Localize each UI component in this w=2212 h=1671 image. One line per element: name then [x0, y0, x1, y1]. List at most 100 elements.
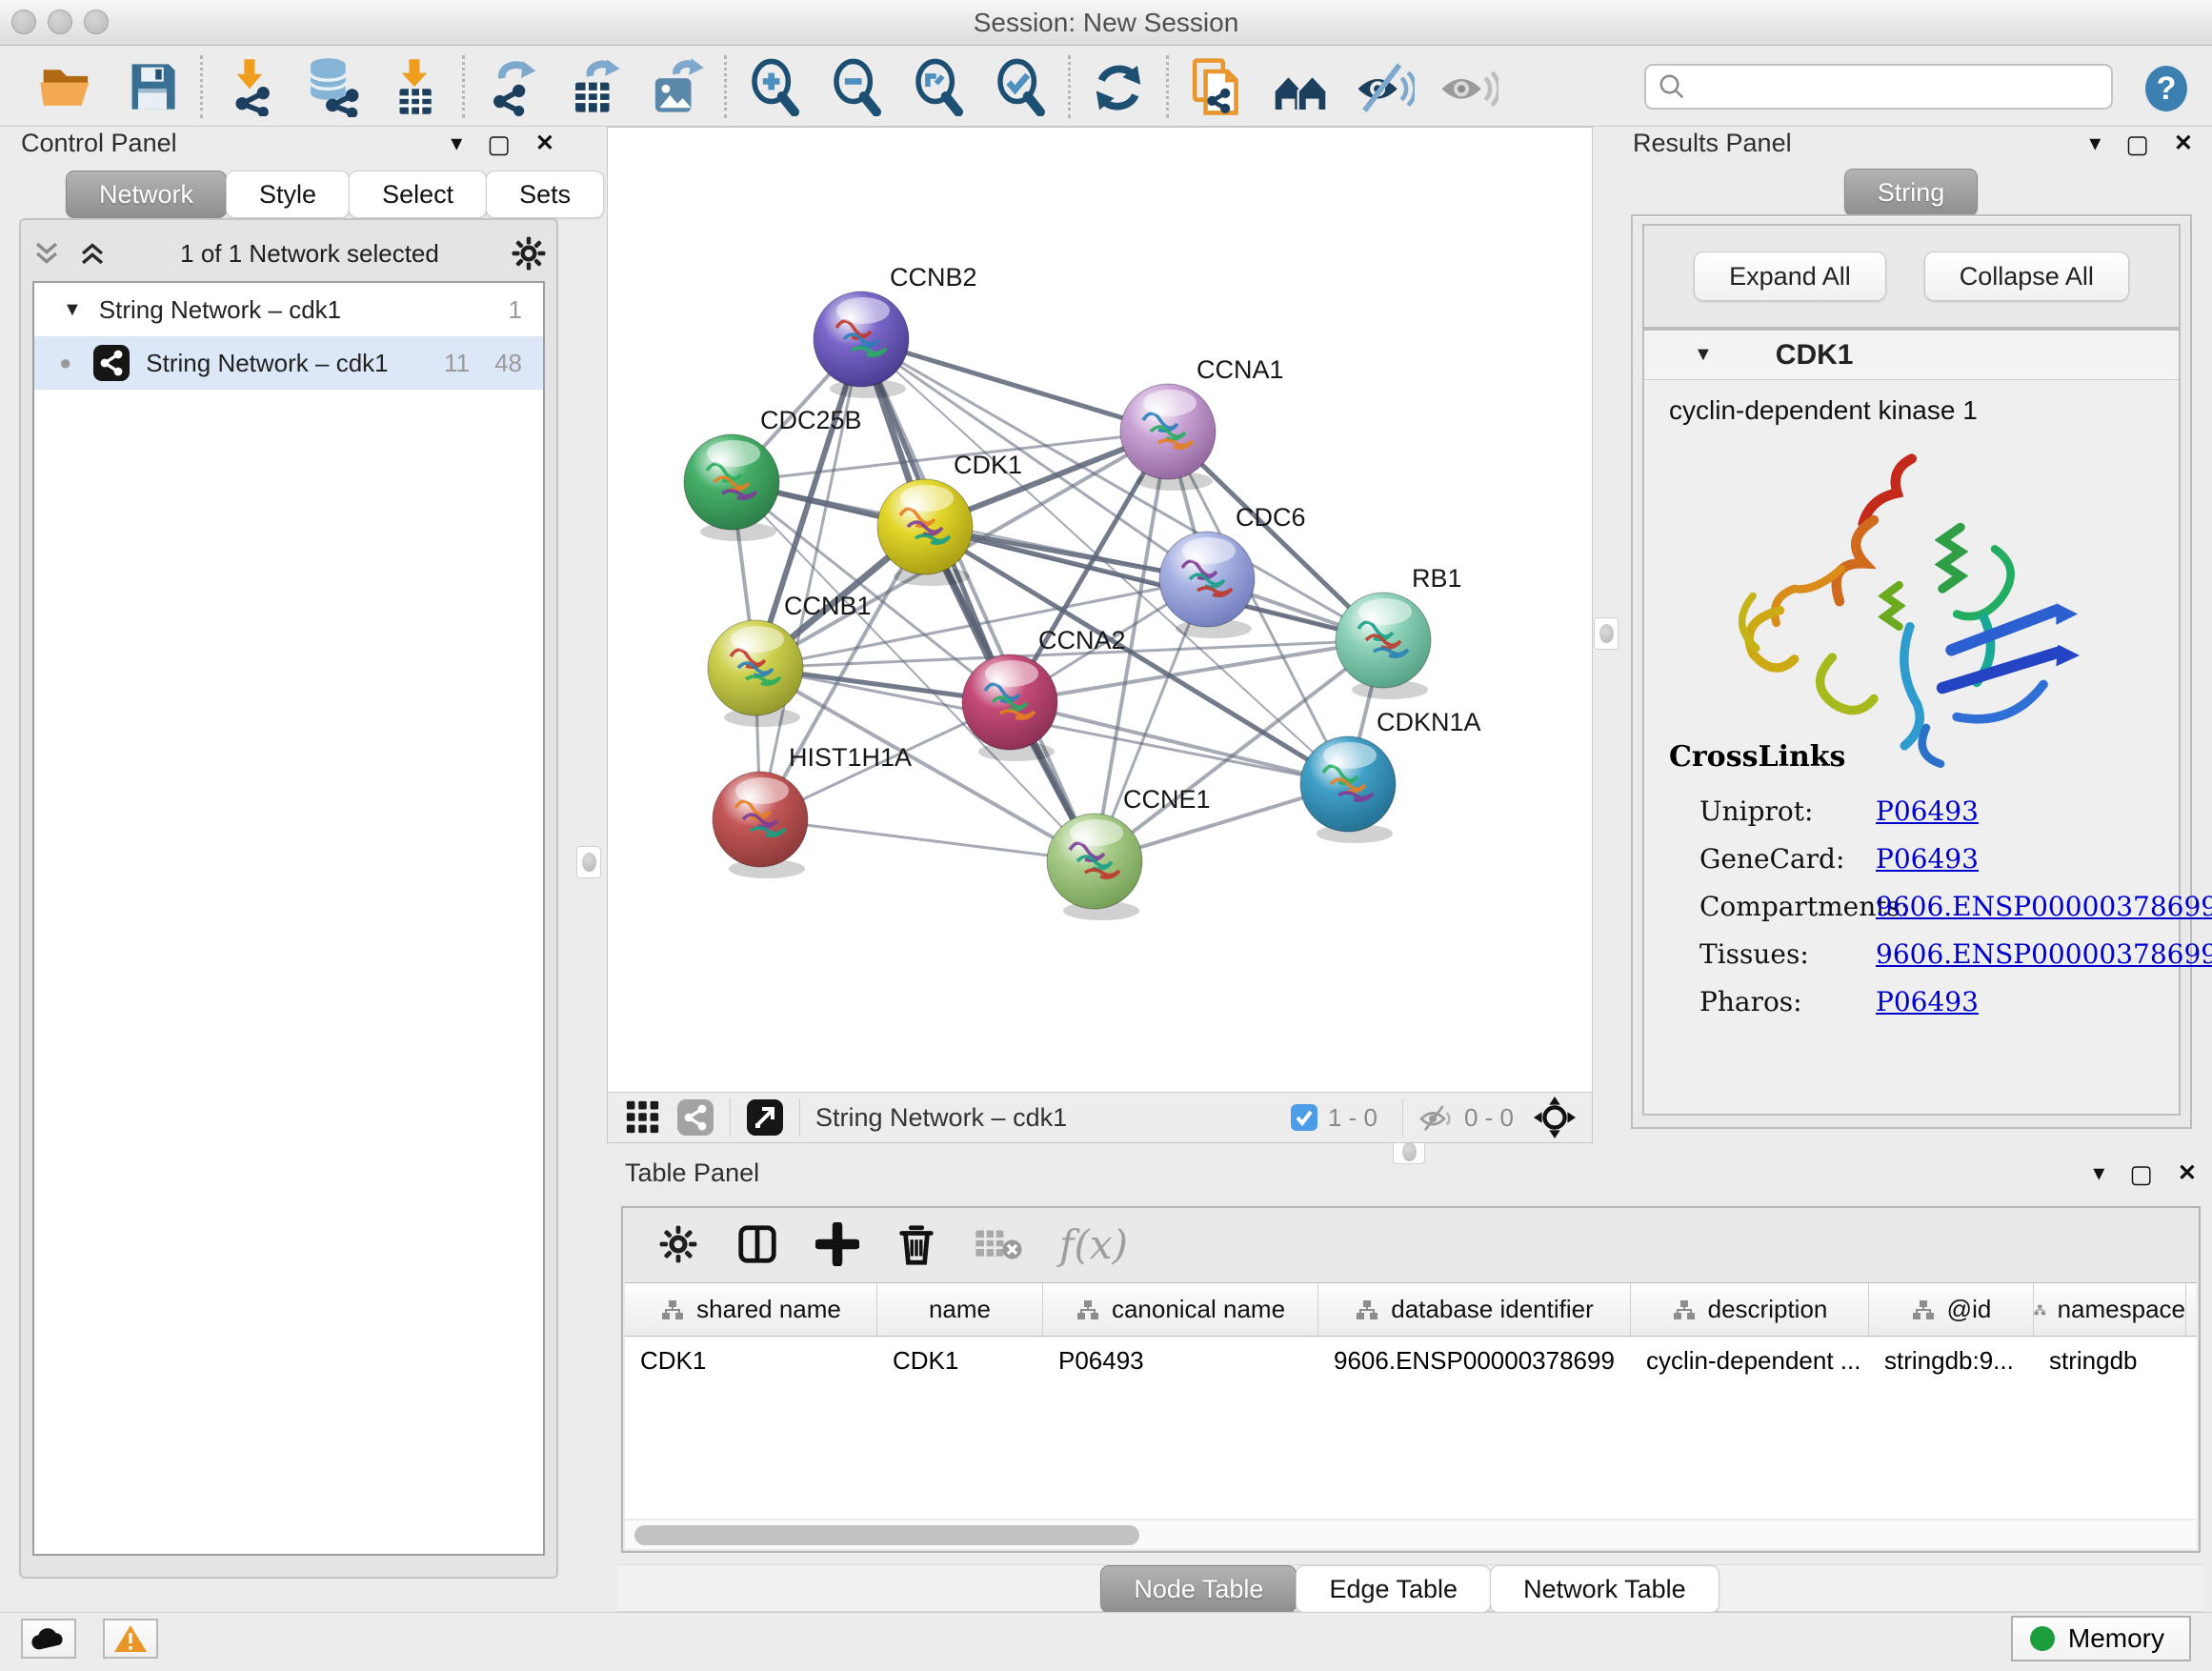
grid-view-icon[interactable]	[625, 1099, 661, 1136]
zoom-out-button[interactable]	[822, 52, 891, 121]
table-settings-gear-icon[interactable]	[657, 1223, 699, 1265]
memory-button[interactable]: Memory	[2011, 1616, 2191, 1661]
maximize-panel-icon[interactable]: ▢	[2129, 1161, 2153, 1186]
float-panel-icon[interactable]: ▾	[2093, 1162, 2104, 1185]
expand-all-icon[interactable]	[76, 237, 109, 270]
control-panel-title: Control Panel	[21, 129, 177, 158]
expand-all-button[interactable]: Expand All	[1694, 252, 1886, 301]
save-floppy-icon	[124, 58, 181, 115]
column-header-name[interactable]: name	[877, 1283, 1043, 1336]
crosslinks-heading: CrossLinks	[1669, 740, 2212, 774]
vertical-splitter-grip-right[interactable]	[1594, 617, 1619, 650]
control-panel: Control Panel ▾ ▢ ✕ NetworkStyleSelectSe…	[8, 127, 567, 1586]
network-node-CDKN1A[interactable]: CDKN1A	[1300, 708, 1481, 843]
network-canvas[interactable]: CCNB2CCNA1CDC25BCDK1CDC6RB1CCNB1CCNA2CDK…	[608, 128, 1592, 1092]
search-input[interactable]	[1686, 72, 2086, 102]
crosslink-link[interactable]: P06493	[1876, 843, 1979, 875]
tab-node-table[interactable]: Node Table	[1100, 1565, 1297, 1613]
network-node-RB1[interactable]: RB1	[1336, 564, 1462, 699]
export-image-icon	[647, 57, 706, 116]
save-session-button[interactable]	[118, 52, 187, 121]
network-node-CCNB2[interactable]: CCNB2	[814, 263, 977, 398]
add-column-plus-icon[interactable]	[815, 1222, 859, 1266]
close-panel-icon[interactable]: ✕	[535, 132, 554, 155]
cloud-status-button[interactable]	[21, 1619, 76, 1659]
vertical-splitter-grip-left[interactable]	[576, 846, 601, 878]
crosslink-label: Tissues:	[1699, 938, 1876, 970]
copy-documents-icon	[1186, 56, 1247, 117]
delete-column-trash-icon[interactable]	[895, 1222, 937, 1266]
import-network-button[interactable]	[216, 52, 285, 121]
node-label: CCNB2	[890, 263, 977, 292]
help-button[interactable]: ?	[2142, 64, 2191, 113]
toolbar-search-field[interactable]	[1644, 64, 2113, 110]
network-node-CCNA1[interactable]: CCNA1	[1120, 355, 1284, 491]
table-row[interactable]: CDK1CDK1P064939606.ENSP00000378699cyclin…	[625, 1337, 2197, 1384]
import-network-from-database-button[interactable]	[298, 52, 367, 121]
node-count: 11	[444, 349, 470, 378]
column-header-canonical-name[interactable]: canonical name	[1043, 1283, 1318, 1336]
tab-network-table[interactable]: Network Table	[1490, 1565, 1719, 1613]
collapse-all-icon[interactable]	[30, 237, 63, 270]
column-header-shared-name[interactable]: shared name	[625, 1283, 877, 1336]
center-view-crosshair-icon[interactable]	[1533, 1096, 1577, 1139]
zoom-selected-button[interactable]	[986, 52, 1055, 121]
column-header-namespace[interactable]: namespace	[2034, 1283, 2186, 1336]
network-node-CDK1[interactable]: CDK1	[877, 451, 1022, 586]
crosslink-link[interactable]: 9606.ENSP00000378699	[1876, 891, 2212, 922]
float-panel-icon[interactable]: ▾	[451, 132, 462, 155]
scrollbar-thumb[interactable]	[634, 1525, 1139, 1545]
tab-edge-table[interactable]: Edge Table	[1296, 1565, 1491, 1613]
zoom-in-button[interactable]	[740, 52, 809, 121]
zoom-fit-button[interactable]	[904, 52, 973, 121]
protein-card-header[interactable]: ▼ CDK1	[1644, 331, 2179, 380]
string-home-button[interactable]	[1266, 52, 1335, 121]
clone-network-button[interactable]	[1182, 52, 1251, 121]
crosslink-link[interactable]: 9606.ENSP00000378699	[1876, 938, 2212, 970]
warning-status-button[interactable]	[103, 1619, 158, 1659]
tab-select[interactable]: Select	[349, 171, 487, 218]
crosslink-link[interactable]: P06493	[1876, 986, 1979, 1017]
refresh-view-button[interactable]	[1084, 52, 1153, 121]
gear-icon[interactable]	[511, 235, 547, 272]
crosslink-link[interactable]: P06493	[1876, 795, 1979, 827]
network-node-HIST1H1A[interactable]: HIST1H1A	[713, 743, 912, 878]
maximize-panel-icon[interactable]: ▢	[487, 131, 511, 156]
network-share-icon-disabled[interactable]	[676, 1098, 714, 1137]
tab-style[interactable]: Style	[226, 171, 350, 218]
tree-expander-icon[interactable]: ▼	[63, 299, 82, 321]
zoom-selected-icon	[991, 57, 1050, 116]
close-panel-icon[interactable]: ✕	[2174, 132, 2193, 155]
column-header-@id[interactable]: @id	[1869, 1283, 2034, 1336]
column-header-description[interactable]: description	[1631, 1283, 1869, 1336]
column-header-database-identifier[interactable]: database identifier	[1318, 1283, 1631, 1336]
show-columns-icon[interactable]	[735, 1222, 779, 1266]
main-toolbar: ?	[0, 47, 2212, 127]
export-table-button[interactable]	[560, 52, 629, 121]
tab-network[interactable]: Network	[66, 171, 227, 218]
network-collection-row[interactable]: ▼ String Network – cdk1 1	[34, 283, 543, 336]
network-row-selected[interactable]: ● String Network – cdk1 11 48	[34, 336, 543, 390]
export-network-button[interactable]	[478, 52, 547, 121]
toolbar-separator	[1068, 55, 1071, 118]
detach-view-icon[interactable]	[746, 1098, 784, 1137]
import-table-button[interactable]	[380, 52, 449, 121]
float-panel-icon[interactable]: ▾	[2089, 132, 2101, 155]
open-session-button[interactable]	[32, 52, 101, 121]
protein-detail-card: ▼ CDK1 cyclin-dependent kinase 1	[1642, 329, 2181, 1116]
collapse-all-button[interactable]: Collapse All	[1924, 252, 2129, 301]
selected-checkbox-icon[interactable]	[1290, 1103, 1318, 1132]
network-share-icon	[92, 344, 131, 382]
export-image-button[interactable]	[642, 52, 711, 121]
export-network-icon	[483, 57, 542, 116]
maximize-panel-icon[interactable]: ▢	[2125, 131, 2149, 156]
show-all-button[interactable]	[1434, 52, 1502, 121]
hide-selected-button[interactable]	[1350, 52, 1418, 121]
crosslink-row: Tissues:9606.ENSP00000378699	[1669, 930, 2212, 977]
tab-string[interactable]: String	[1844, 169, 1979, 216]
network-node-CCNB1[interactable]: CCNB1	[708, 592, 872, 727]
collapse-section-icon[interactable]: ▼	[1694, 344, 1713, 366]
close-panel-icon[interactable]: ✕	[2178, 1162, 2197, 1185]
network-node-CDC25B[interactable]: CDC25B	[684, 406, 862, 541]
tab-sets[interactable]: Sets	[486, 171, 604, 218]
